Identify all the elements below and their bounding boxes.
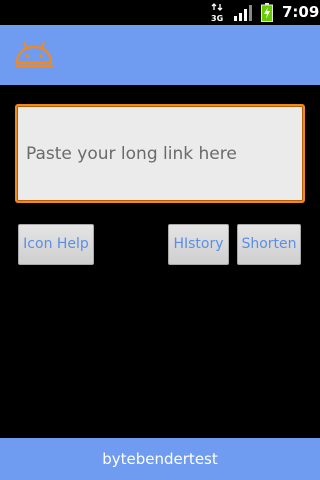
shorten-button[interactable]: Shorten	[237, 224, 301, 265]
long-link-input[interactable]	[15, 104, 305, 203]
footer-bar: bytebendertest	[0, 438, 320, 480]
network-activity-icon: 3G	[211, 3, 223, 23]
action-bar	[0, 25, 320, 85]
app-screen: 3G 7:09 Icon Help HIstory Shorten bytebe…	[0, 0, 320, 480]
history-button[interactable]: HIstory	[168, 224, 229, 265]
status-clock: 7:09	[282, 3, 320, 21]
battery-charging-icon	[261, 3, 273, 22]
footer-label: bytebendertest	[102, 450, 218, 468]
signal-strength-icon	[234, 5, 252, 21]
android-robot-icon[interactable]	[14, 41, 54, 69]
status-bar: 3G 7:09	[0, 0, 320, 25]
icon-help-button[interactable]: Icon Help	[18, 224, 94, 265]
network-type-label: 3G	[211, 14, 223, 23]
